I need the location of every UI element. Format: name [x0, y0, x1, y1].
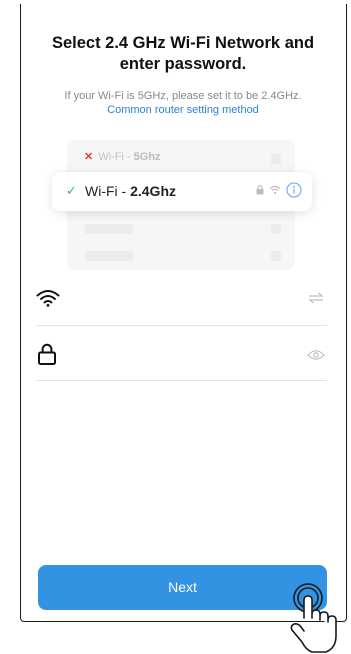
wifi-5ghz-item: ✕ Wi-Fi - 5Ghz [84, 150, 161, 163]
subtitle-text: If your Wi-Fi is 5GHz, please set it to … [64, 90, 302, 102]
wifi-24ghz-name: Wi-Fi - 2.4Ghz [85, 183, 176, 199]
placeholder-square [271, 154, 281, 164]
router-setting-link[interactable]: Common router setting method [24, 103, 342, 117]
placeholder-square [271, 224, 281, 234]
placeholder-square [271, 251, 281, 261]
cross-icon: ✕ [84, 151, 94, 163]
wifi-24ghz-prefix: Wi-Fi - [85, 183, 131, 199]
wifi-field-divider [37, 325, 327, 326]
info-icon [286, 182, 302, 198]
check-icon: ✓ [66, 183, 77, 198]
page-subtitle: If your Wi-Fi is 5GHz, please set it to … [24, 89, 342, 117]
wifi-icon [36, 290, 60, 307]
tap-hand-icon [290, 583, 337, 653]
placeholder-bar [85, 251, 133, 261]
wifi-24ghz-icons [256, 182, 302, 198]
small-wifi-icon [269, 185, 281, 195]
wifi-5ghz-prefix: Wi-Fi - [98, 151, 134, 163]
eye-icon[interactable] [307, 349, 325, 361]
page-title: Select 2.4 GHz Wi-Fi Network and enter p… [51, 34, 315, 73]
password-field-divider [37, 380, 327, 381]
wifi-24ghz-band: 2.4Ghz [130, 183, 176, 199]
wifi-24ghz-item: ✓ Wi-Fi - 2.4Ghz [52, 172, 312, 211]
lock-icon [38, 343, 56, 365]
small-lock-icon [256, 185, 264, 195]
wifi-5ghz-band: 5Ghz [133, 151, 161, 163]
placeholder-bar [85, 224, 133, 234]
swap-icon[interactable] [308, 292, 324, 304]
